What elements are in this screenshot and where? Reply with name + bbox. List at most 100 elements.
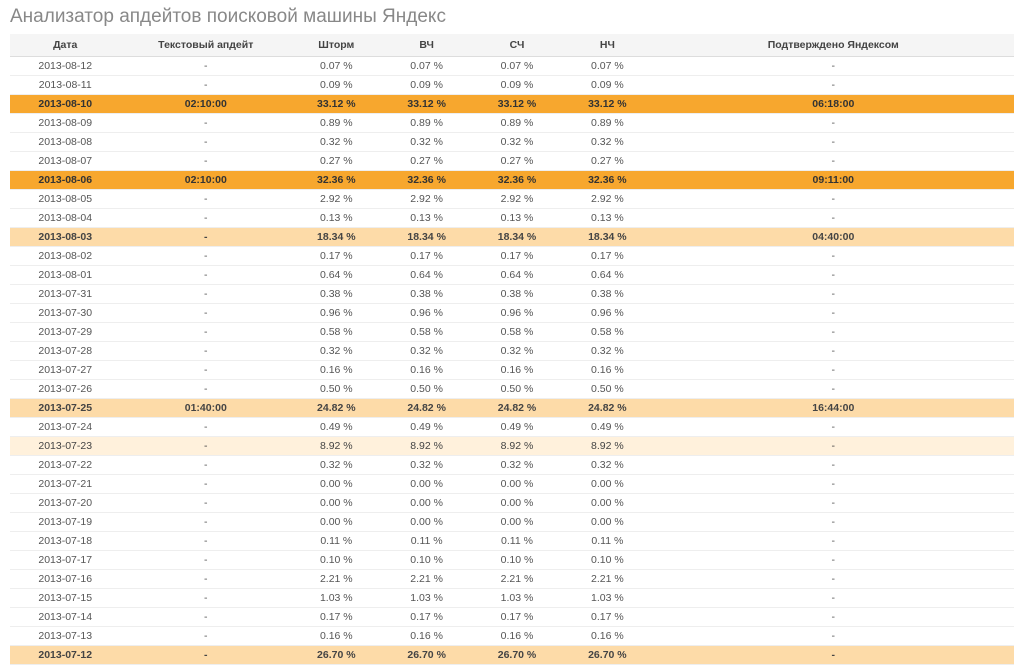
cell-conf: - [653, 342, 1014, 361]
cell-storm: 0.89 % [291, 114, 381, 133]
cell-conf: 06:18:00 [653, 95, 1014, 114]
cell-conf: - [653, 513, 1014, 532]
cell-vch: 0.58 % [381, 323, 471, 342]
cell-sch: 0.00 % [472, 513, 562, 532]
table-row: 2013-08-09-0.89 %0.89 %0.89 %0.89 %- [10, 114, 1014, 133]
cell-vch: 0.96 % [381, 304, 471, 323]
cell-storm: 0.17 % [291, 608, 381, 627]
cell-conf: - [653, 304, 1014, 323]
cell-sch: 24.82 % [472, 399, 562, 418]
cell-date: 2013-08-07 [10, 152, 120, 171]
cell-conf: - [653, 247, 1014, 266]
table-row: 2013-08-11-0.09 %0.09 %0.09 %0.09 %- [10, 76, 1014, 95]
cell-conf: - [653, 361, 1014, 380]
table-row: 2013-08-03-18.34 %18.34 %18.34 %18.34 %0… [10, 228, 1014, 247]
table-row: 2013-07-14-0.17 %0.17 %0.17 %0.17 %- [10, 608, 1014, 627]
table-row: 2013-07-23-8.92 %8.92 %8.92 %8.92 %- [10, 437, 1014, 456]
cell-storm: 32.36 % [291, 171, 381, 190]
cell-conf: - [653, 475, 1014, 494]
cell-sch: 33.12 % [472, 95, 562, 114]
cell-date: 2013-08-05 [10, 190, 120, 209]
cell-nch: 0.49 % [562, 418, 652, 437]
cell-storm: 0.49 % [291, 418, 381, 437]
cell-vch: 0.32 % [381, 133, 471, 152]
cell-sch: 32.36 % [472, 171, 562, 190]
cell-text: - [120, 57, 291, 76]
cell-sch: 0.00 % [472, 494, 562, 513]
table-header-row: Дата Текстовый апдейт Шторм ВЧ СЧ НЧ Под… [10, 34, 1014, 57]
table-row: 2013-07-15-1.03 %1.03 %1.03 %1.03 %- [10, 589, 1014, 608]
cell-vch: 0.00 % [381, 475, 471, 494]
table-row: 2013-08-01-0.64 %0.64 %0.64 %0.64 %- [10, 266, 1014, 285]
cell-storm: 2.92 % [291, 190, 381, 209]
table-row: 2013-07-29-0.58 %0.58 %0.58 %0.58 %- [10, 323, 1014, 342]
cell-nch: 1.03 % [562, 589, 652, 608]
cell-storm: 0.58 % [291, 323, 381, 342]
cell-nch: 0.32 % [562, 342, 652, 361]
cell-conf: - [653, 418, 1014, 437]
table-row: 2013-07-24-0.49 %0.49 %0.49 %0.49 %- [10, 418, 1014, 437]
cell-date: 2013-07-27 [10, 361, 120, 380]
cell-vch: 18.34 % [381, 228, 471, 247]
cell-text: - [120, 646, 291, 665]
cell-vch: 26.70 % [381, 646, 471, 665]
cell-date: 2013-08-11 [10, 76, 120, 95]
table-row: 2013-08-04-0.13 %0.13 %0.13 %0.13 %- [10, 209, 1014, 228]
cell-nch: 0.58 % [562, 323, 652, 342]
cell-date: 2013-08-09 [10, 114, 120, 133]
cell-nch: 0.32 % [562, 456, 652, 475]
cell-storm: 18.34 % [291, 228, 381, 247]
cell-date: 2013-07-19 [10, 513, 120, 532]
page-title: Анализатор апдейтов поисковой машины Янд… [10, 6, 1014, 28]
cell-date: 2013-07-17 [10, 551, 120, 570]
cell-storm: 0.27 % [291, 152, 381, 171]
cell-conf: - [653, 266, 1014, 285]
cell-nch: 0.10 % [562, 551, 652, 570]
cell-date: 2013-07-23 [10, 437, 120, 456]
cell-conf: - [653, 57, 1014, 76]
cell-nch: 2.92 % [562, 190, 652, 209]
table-row: 2013-08-02-0.17 %0.17 %0.17 %0.17 %- [10, 247, 1014, 266]
cell-conf: - [653, 456, 1014, 475]
cell-storm: 0.00 % [291, 513, 381, 532]
cell-nch: 0.89 % [562, 114, 652, 133]
cell-conf: - [653, 646, 1014, 665]
cell-nch: 2.21 % [562, 570, 652, 589]
cell-vch: 0.17 % [381, 247, 471, 266]
cell-vch: 0.89 % [381, 114, 471, 133]
cell-sch: 0.16 % [472, 361, 562, 380]
cell-text: - [120, 114, 291, 133]
cell-storm: 0.32 % [291, 133, 381, 152]
cell-storm: 0.16 % [291, 627, 381, 646]
cell-conf: 09:11:00 [653, 171, 1014, 190]
cell-conf: - [653, 285, 1014, 304]
cell-conf: - [653, 380, 1014, 399]
cell-vch: 0.16 % [381, 361, 471, 380]
cell-storm: 0.00 % [291, 475, 381, 494]
table-row: 2013-07-12-26.70 %26.70 %26.70 %26.70 %- [10, 646, 1014, 665]
cell-date: 2013-07-20 [10, 494, 120, 513]
cell-text: - [120, 532, 291, 551]
cell-sch: 0.13 % [472, 209, 562, 228]
cell-vch: 0.50 % [381, 380, 471, 399]
cell-text: - [120, 266, 291, 285]
cell-storm: 0.50 % [291, 380, 381, 399]
cell-storm: 0.07 % [291, 57, 381, 76]
cell-date: 2013-07-14 [10, 608, 120, 627]
cell-conf: 04:40:00 [653, 228, 1014, 247]
cell-sch: 2.92 % [472, 190, 562, 209]
updates-table: Дата Текстовый апдейт Шторм ВЧ СЧ НЧ Под… [10, 34, 1014, 665]
cell-text: - [120, 228, 291, 247]
table-row: 2013-07-18-0.11 %0.11 %0.11 %0.11 %- [10, 532, 1014, 551]
cell-nch: 24.82 % [562, 399, 652, 418]
cell-conf: - [653, 570, 1014, 589]
cell-sch: 0.27 % [472, 152, 562, 171]
table-row: 2013-07-20-0.00 %0.00 %0.00 %0.00 %- [10, 494, 1014, 513]
cell-storm: 24.82 % [291, 399, 381, 418]
cell-nch: 0.00 % [562, 494, 652, 513]
cell-vch: 2.21 % [381, 570, 471, 589]
cell-nch: 32.36 % [562, 171, 652, 190]
table-row: 2013-08-1002:10:0033.12 %33.12 %33.12 %3… [10, 95, 1014, 114]
cell-sch: 2.21 % [472, 570, 562, 589]
table-row: 2013-07-31-0.38 %0.38 %0.38 %0.38 %- [10, 285, 1014, 304]
